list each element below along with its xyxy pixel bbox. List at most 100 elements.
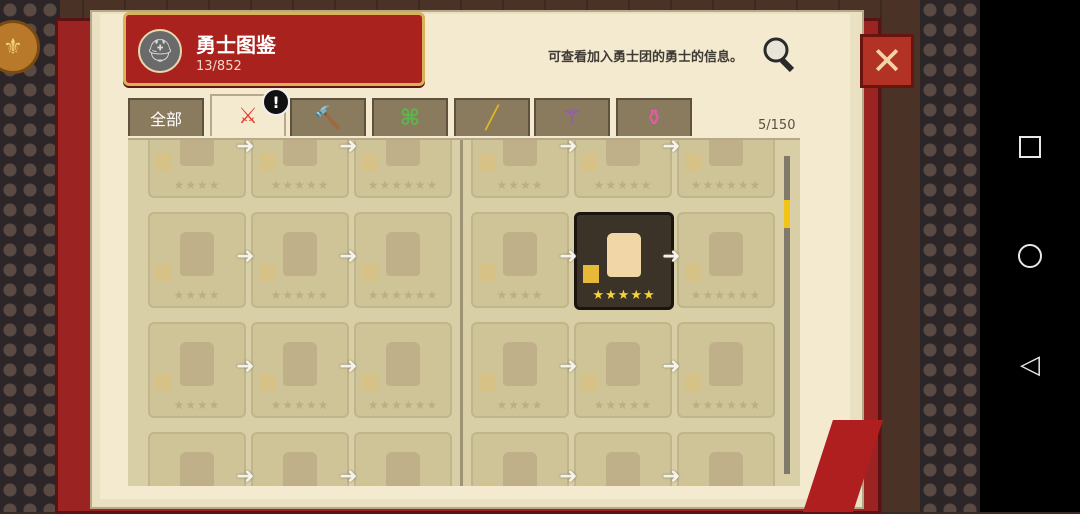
hero-card[interactable]	[354, 432, 452, 486]
star-rating: ★★★★★★	[367, 398, 439, 412]
evolution-arrow-icon: ➜	[662, 464, 681, 486]
tab-hammer[interactable]: 🔨	[290, 98, 366, 136]
hero-card[interactable]: ★★★★★	[251, 140, 349, 198]
evolution-arrow-icon: ➜	[559, 464, 578, 486]
hero-card[interactable]: ★★★★	[471, 212, 569, 308]
scroll-icon	[362, 484, 378, 486]
android-nav-bar: ◁	[980, 0, 1080, 512]
star-rating: ★★★★★★	[367, 288, 439, 302]
star-rating: ★★★★★	[270, 398, 330, 412]
hero-card[interactable]: ★★★★★★	[354, 322, 452, 418]
potion-icon: ⚱	[644, 105, 664, 131]
hero-portrait	[386, 452, 420, 486]
recents-button[interactable]	[1010, 127, 1050, 167]
scroll-icon	[583, 265, 599, 283]
search-icon[interactable]	[760, 34, 800, 74]
scroll-icon	[479, 484, 495, 486]
scroll-icon	[156, 154, 172, 172]
scroll-icon	[156, 264, 172, 282]
scroll-icon	[685, 154, 701, 172]
evolution-arrow-icon: ➜	[236, 138, 255, 159]
hero-portrait	[709, 232, 743, 276]
background-pattern-right	[920, 0, 980, 512]
new-alert-badge: !	[262, 88, 290, 116]
hero-card[interactable]: ★★★★★★	[677, 322, 775, 418]
hero-portrait	[283, 140, 317, 166]
star-rating: ★★★★★	[593, 178, 653, 192]
tab-potion[interactable]: ⚱	[616, 98, 692, 136]
hero-card[interactable]	[677, 432, 775, 486]
hero-card[interactable]: ★★★★★	[574, 322, 672, 418]
star-rating: ★★★★★	[270, 288, 330, 302]
evolution-arrow-icon: ➜	[339, 464, 358, 486]
tab-gun[interactable]: ╱	[454, 98, 530, 136]
scroll-icon	[479, 154, 495, 172]
hero-card[interactable]: ★★★★	[471, 140, 569, 198]
tab-all[interactable]: 全部	[128, 98, 204, 136]
hero-portrait	[503, 140, 537, 166]
hammer-icon: 🔨	[314, 105, 342, 131]
staff-icon: ⚚	[562, 105, 582, 131]
scroll-icon	[479, 374, 495, 392]
star-rating: ★★★★★★	[690, 398, 762, 412]
back-button[interactable]: ◁	[1010, 345, 1050, 385]
star-rating: ★★★★★★	[367, 178, 439, 192]
evolution-arrow-icon: ➜	[339, 244, 358, 269]
close-button[interactable]: ✕	[860, 34, 914, 88]
hero-card-selected[interactable]: ★★★★★	[574, 212, 674, 310]
hero-card[interactable]: ★★★★★★	[677, 212, 775, 308]
gun-icon: ╱	[485, 105, 499, 131]
evolution-arrow-icon: ➜	[559, 244, 578, 269]
home-button[interactable]	[1010, 236, 1050, 276]
hero-card[interactable]: ★★★★	[148, 140, 246, 198]
evolution-arrow-icon: ➜	[339, 138, 358, 159]
evolution-arrow-icon: ➜	[236, 354, 255, 379]
scroll-icon	[582, 484, 598, 486]
scroll-icon	[685, 374, 701, 392]
scroll-icon	[362, 374, 378, 392]
scroll-icon	[362, 264, 378, 282]
title-plate: ⛑ 勇士图鉴 13/852	[123, 12, 425, 86]
hero-portrait	[283, 232, 317, 276]
evolution-arrow-icon: ➜	[662, 244, 681, 269]
hero-portrait	[386, 342, 420, 386]
star-rating: ★★★★★★	[690, 178, 762, 192]
hero-card[interactable]: ★★★★★★	[354, 212, 452, 308]
hero-card[interactable]: ★★★★	[148, 322, 246, 418]
hero-card[interactable]	[251, 432, 349, 486]
scroll-icon	[479, 264, 495, 282]
hero-portrait	[606, 140, 640, 166]
scroll-icon	[582, 154, 598, 172]
hero-portrait	[283, 342, 317, 386]
star-rating: ★★★★	[173, 288, 221, 302]
hero-portrait	[180, 452, 214, 486]
evolution-arrow-icon: ➜	[236, 244, 255, 269]
hero-card[interactable]: ★★★★★★	[677, 140, 775, 198]
hero-card[interactable]: ★★★★★	[574, 140, 672, 198]
scrollbar-thumb[interactable]	[784, 200, 790, 228]
hero-card[interactable]	[148, 432, 246, 486]
scroll-icon	[685, 264, 701, 282]
hero-portrait	[503, 452, 537, 486]
hero-card[interactable]: ★★★★★	[251, 212, 349, 308]
hero-card[interactable]: ★★★★★	[251, 322, 349, 418]
hero-portrait	[709, 452, 743, 486]
info-text: 可查看加入勇士团的勇士的信息。	[548, 50, 744, 65]
scroll-icon	[259, 374, 275, 392]
page-title: 勇士图鉴	[196, 33, 276, 57]
hero-portrait	[606, 452, 640, 486]
tab-bow[interactable]: ⌘	[372, 98, 448, 136]
tab-staff[interactable]: ⚚	[534, 98, 610, 136]
hero-card[interactable]: ★★★★	[148, 212, 246, 308]
bow-icon: ⌘	[399, 105, 421, 131]
star-rating: ★★★★★★	[690, 288, 762, 302]
hero-card[interactable]: ★★★★	[471, 322, 569, 418]
hero-card[interactable]	[471, 432, 569, 486]
hero-card[interactable]: ★★★★★★	[354, 140, 452, 198]
star-rating: ★★★★★	[270, 178, 330, 192]
hero-card[interactable]	[574, 432, 672, 486]
scroll-icon	[582, 374, 598, 392]
star-rating: ★★★★★	[592, 288, 656, 303]
hero-portrait	[180, 342, 214, 386]
star-rating: ★★★★	[496, 398, 544, 412]
